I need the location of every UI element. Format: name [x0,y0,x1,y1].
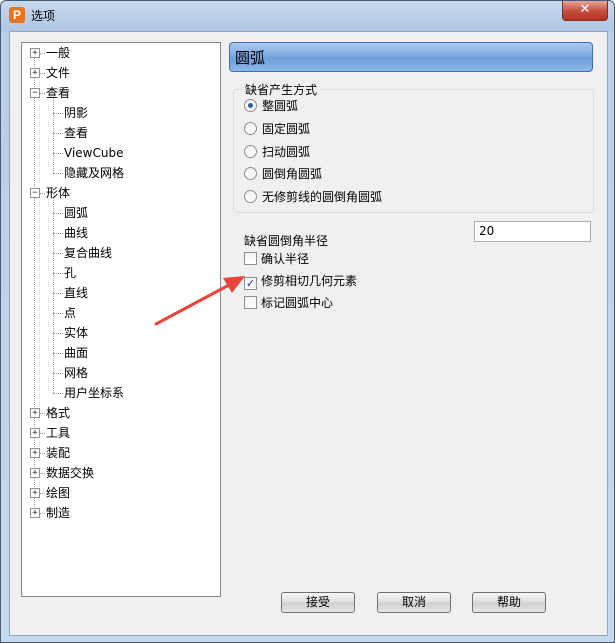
annotation-arrow-icon [154,276,245,326]
options-dialog: P 选项 ✕ 一般 + 文件 + 查看 − 阴影 查看 ViewCube 隐藏及网格 形体 − 圆弧 曲线… [0,0,615,643]
